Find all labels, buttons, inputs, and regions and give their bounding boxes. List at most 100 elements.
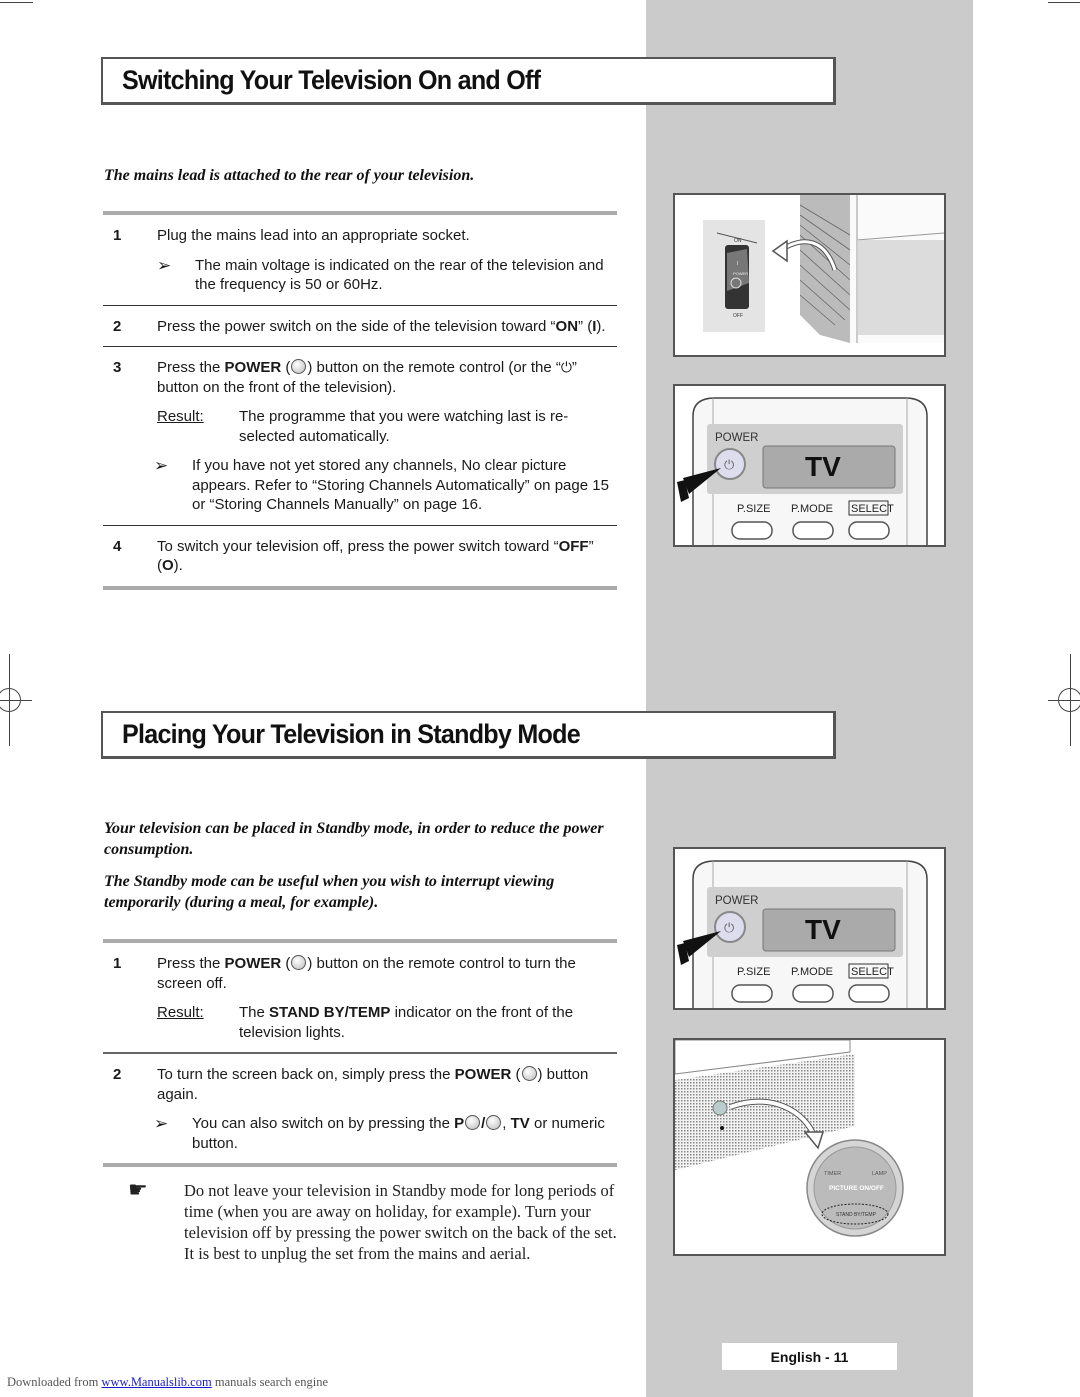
standby-icon: ⏻ — [560, 359, 572, 375]
text-segment: ” ( — [578, 317, 593, 335]
pointing-hand-icon: ☛ — [128, 1177, 148, 1202]
p-label: P — [454, 1115, 465, 1132]
remote-psize-label: P.SIZE — [737, 503, 770, 515]
remote-select-button — [848, 521, 890, 540]
remote-display-text: TV — [805, 914, 841, 945]
remote-select-label: SELECT — [851, 503, 894, 515]
caution-text: Do not leave your television in Standby … — [184, 1181, 617, 1263]
power-switch-illustration: ON OFF I POWER — [703, 195, 944, 343]
remote-psize-button — [731, 521, 773, 540]
section2-intro-text: Your television can be placed in Standby… — [104, 820, 604, 858]
switch-on-label: ON — [734, 238, 742, 244]
caution-note: ☛ Do not leave your television in Standb… — [128, 1177, 618, 1264]
remote-power-label: POWER — [715, 895, 758, 907]
step-4: 4 To switch your television off, press t… — [103, 526, 617, 586]
manualslib-link[interactable]: www.Manualslib.com — [101, 1375, 211, 1389]
remote-select-button — [848, 984, 890, 1003]
on-label: ON — [555, 317, 579, 335]
registration-mark-right — [1058, 688, 1080, 712]
panel-picture-label: PICTURE ON/OFF — [829, 1185, 884, 1192]
step-text: To switch your television off, press the… — [157, 537, 617, 576]
standby-led-icon — [712, 1100, 728, 1116]
svg-text:⏻: ⏻ — [724, 921, 734, 936]
crop-mark-top-right — [1048, 2, 1080, 3]
panel-timer-label: TIMER — [824, 1171, 841, 1177]
step-result: Result: The programme that you were watc… — [157, 407, 617, 446]
step-2: 2 Press the power switch on the side of … — [103, 306, 617, 347]
power-label: POWER — [454, 1066, 512, 1083]
text-segment: ). — [173, 557, 183, 574]
step-text: Press the POWER () button on the remote … — [157, 955, 576, 992]
standby-temp-label: STAND BY/TEMP — [269, 1004, 391, 1021]
text-segment: ). — [596, 317, 606, 335]
channel-down-icon — [486, 1115, 502, 1130]
step-text: To turn the screen back on, simply press… — [157, 1066, 589, 1103]
footer-text: Downloaded from — [7, 1375, 102, 1389]
power-label: POWER — [224, 359, 282, 376]
step-number: 1 — [113, 227, 122, 244]
off-symbol: O — [162, 557, 174, 574]
text-segment: ) button on the remote control (or the “ — [307, 359, 561, 376]
remote-pmode-label: P.MODE — [791, 503, 833, 515]
step-text: Press the power switch on the side of th… — [157, 317, 617, 337]
step-number: 2 — [113, 1066, 122, 1083]
step-number: 1 — [113, 955, 122, 972]
result-text: The STAND BY/TEMP indicator on the front… — [239, 1004, 574, 1041]
section1-steps: 1 Plug the mains lead into an appropriat… — [103, 211, 617, 590]
power-label: POWER — [224, 955, 282, 972]
step-text: Plug the mains lead into an appropriate … — [157, 227, 470, 244]
step-3: 3 Press the POWER () button on the remot… — [103, 347, 617, 525]
svg-text:⏻: ⏻ — [724, 458, 734, 473]
remote-pmode-button — [792, 521, 834, 540]
panel-standby-label: STAND BY/TEMP — [836, 1212, 877, 1218]
crop-mark-top-left — [0, 2, 33, 3]
result-label: Result: — [157, 408, 204, 425]
note-arrow-icon: ➢ — [154, 456, 169, 475]
divider-thick — [103, 1163, 617, 1167]
result-label: Result: — [157, 1004, 204, 1021]
section1-intro-text: The mains lead is attached to the rear o… — [104, 167, 475, 184]
footer-text: manuals search engine — [211, 1375, 328, 1389]
note-text: If you have not yet stored any channels,… — [192, 457, 609, 513]
note-arrow-icon: ➢ — [154, 1114, 169, 1133]
note-text: The main voltage is indicated on the rea… — [195, 256, 604, 294]
remote-display-text: TV — [805, 451, 841, 482]
off-label: OFF — [558, 537, 589, 555]
remote-psize-button — [731, 984, 773, 1003]
channel-up-icon — [465, 1115, 481, 1130]
step-number: 4 — [113, 537, 122, 555]
note-arrow-icon: ➢ — [157, 255, 172, 275]
section2-title: Placing Your Television in Standby Mode — [122, 719, 581, 749]
power-button-icon — [291, 955, 307, 970]
step-note: ➢ If you have not yet stored any channel… — [154, 456, 617, 515]
text-segment: Press the — [157, 359, 225, 376]
curved-arrow-icon — [803, 1131, 825, 1150]
remote-power-label: POWER — [715, 432, 758, 444]
step-text: Press the POWER () button on the remote … — [157, 359, 577, 396]
step-number: 2 — [113, 317, 122, 335]
switch-i-label: I — [737, 261, 738, 267]
text-segment: To switch your television off, press the… — [157, 537, 559, 555]
note-text: You can also switch on by pressing the P… — [192, 1115, 605, 1152]
step-note: ➢ You can also switch on by pressing the… — [154, 1114, 617, 1153]
footer: Downloaded from www.Manualslib.com manua… — [7, 1375, 328, 1390]
section2-intro-text: The Standby mode can be useful when you … — [104, 873, 555, 911]
figure-remote-power-1: POWER ⏻ TV P.SIZE P.MODE SELECT — [673, 384, 946, 547]
power-button-icon — [291, 359, 307, 374]
text-segment: Press the — [157, 955, 225, 972]
result-text: The programme that you were watching las… — [239, 408, 569, 445]
section1-title: Switching Your Television On and Off — [122, 65, 541, 95]
tv-label: TV — [510, 1115, 530, 1132]
remote-select-label: SELECT — [851, 966, 894, 978]
step-1: 1 Plug the mains lead into an appropriat… — [103, 215, 617, 305]
section1-title-box: Switching Your Television On and Off — [101, 57, 836, 105]
text-segment: To turn the screen back on, simply press… — [157, 1066, 455, 1083]
figure-power-switch: ON OFF I POWER — [673, 193, 946, 357]
text-segment: Press the power switch on the side of th… — [157, 317, 556, 335]
registration-mark-left — [0, 688, 21, 712]
divider-thick — [103, 585, 617, 590]
figure-standby-indicator: TIMER LAMP PICTURE ON/OFF STAND BY/TEMP — [673, 1038, 946, 1256]
page-number-badge: English - 11 — [722, 1343, 897, 1370]
section2-title-box: Placing Your Television in Standby Mode — [101, 711, 836, 759]
step-2: 2 To turn the screen back on, simply pre… — [103, 1054, 617, 1163]
